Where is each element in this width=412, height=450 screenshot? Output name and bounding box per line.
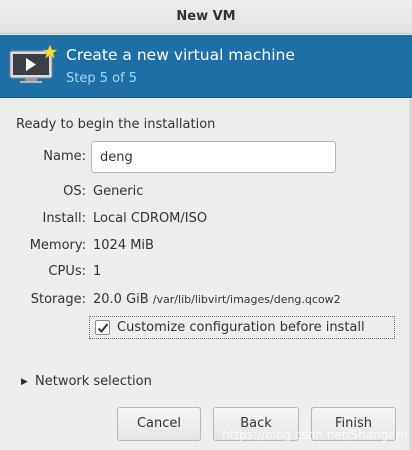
network-selection-expander[interactable]: ▶ Network selection [21, 374, 152, 389]
memory-value: 1024 MiB [93, 238, 154, 253]
memory-label: Memory: [29, 238, 86, 253]
customize-checkbox-row[interactable]: Customize configuration before install [89, 316, 395, 339]
window-titlebar: New VM [0, 0, 412, 34]
finish-button[interactable]: Finish [311, 407, 396, 441]
step-indicator: Step 5 of 5 [66, 71, 138, 86]
storage-value: 20.0 GiB /var/lib/libvirt/images/deng.qc… [93, 292, 341, 307]
storage-size: 20.0 GiB [93, 292, 149, 307]
cpus-value: 1 [93, 264, 102, 279]
cpus-label: CPUs: [48, 264, 86, 279]
customize-checkbox-label[interactable]: Customize configuration before install [117, 320, 365, 335]
expander-arrow-icon: ▶ [21, 377, 28, 387]
back-button[interactable]: Back [213, 407, 299, 441]
header-banner: Create a new virtual machine Step 5 of 5 [0, 35, 412, 98]
storage-path: /var/lib/libvirt/images/deng.qcow2 [152, 293, 341, 306]
name-field[interactable] [91, 141, 336, 173]
checkmark-icon [97, 323, 109, 333]
name-label: Name: [43, 149, 86, 164]
storage-label: Storage: [30, 292, 86, 307]
vm-monitor-icon [9, 45, 57, 83]
os-value: Generic [93, 184, 144, 199]
window-title: New VM [176, 9, 236, 24]
customize-checkbox[interactable] [95, 320, 110, 335]
os-label: OS: [63, 184, 86, 199]
network-selection-label: Network selection [35, 374, 152, 389]
install-value: Local CDROM/ISO [93, 211, 208, 226]
cancel-button[interactable]: Cancel [117, 407, 201, 441]
install-label: Install: [42, 211, 86, 226]
ready-text: Ready to begin the installation [16, 117, 216, 132]
banner-heading: Create a new virtual machine [66, 46, 295, 64]
summary-panel: Ready to begin the installation Name: OS… [0, 99, 412, 450]
